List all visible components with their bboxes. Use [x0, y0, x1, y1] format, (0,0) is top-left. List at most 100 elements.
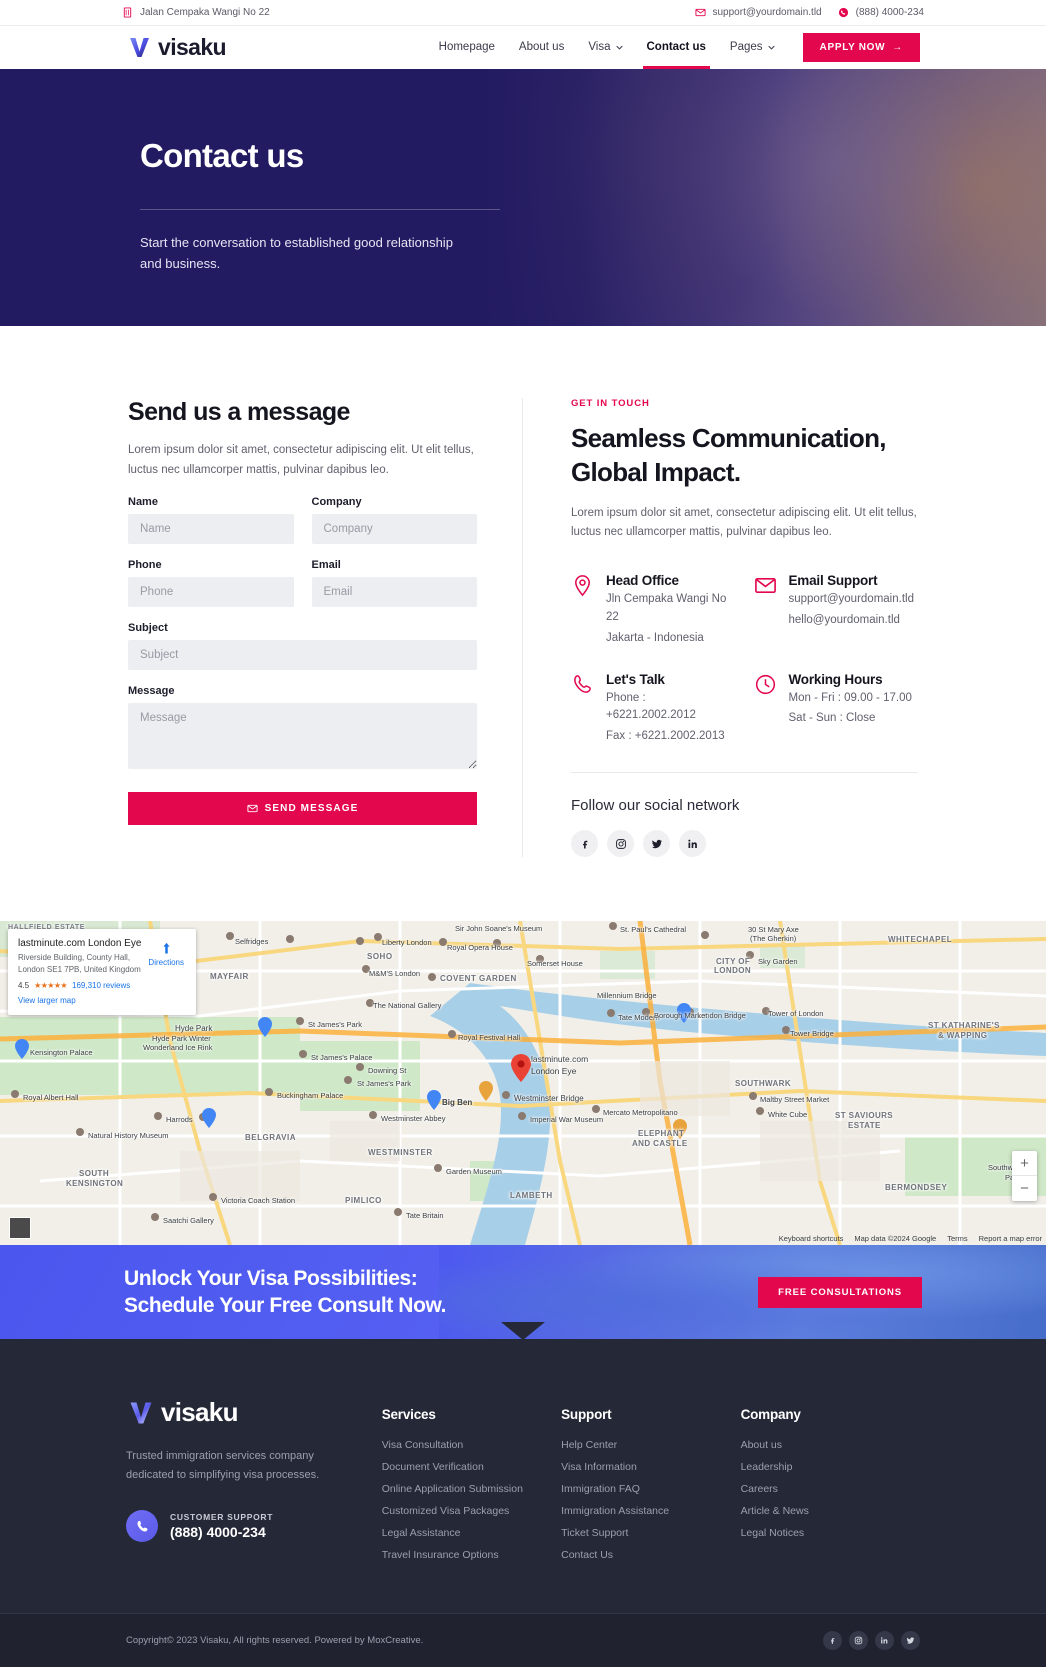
- footer-brand-column: visaku Trusted immigration services comp…: [126, 1397, 382, 1571]
- map-label: Downing St: [368, 1066, 407, 1076]
- nav-item-label: Visa: [588, 41, 611, 53]
- footer-link[interactable]: Contact Us: [561, 1549, 740, 1561]
- view-larger-map-link[interactable]: View larger map: [18, 996, 186, 1005]
- footer-link[interactable]: Immigration Assistance: [561, 1505, 740, 1517]
- footer-link[interactable]: Legal Notices: [741, 1527, 920, 1539]
- cta-notch-shape: [501, 1322, 545, 1340]
- map-card-reviews[interactable]: 169,310 reviews: [72, 981, 130, 990]
- topbar-phone[interactable]: (888) 4000-234: [838, 7, 924, 18]
- hero-content: Contact us Start the conversation to est…: [0, 69, 1046, 274]
- map-label: PIMLICO: [345, 1196, 382, 1206]
- footer-link[interactable]: Help Center: [561, 1439, 740, 1451]
- map-label: SOUTHWARK: [735, 1079, 792, 1089]
- nav-item-contact-us[interactable]: Contact us: [642, 26, 711, 69]
- phone-icon-circle: [126, 1510, 158, 1543]
- nav-item-visa[interactable]: Visa: [588, 26, 623, 69]
- envelope-icon: [694, 8, 706, 17]
- social-instagram[interactable]: [607, 830, 634, 858]
- footer-link[interactable]: Legal Assistance: [382, 1527, 561, 1539]
- nav-item-label: About us: [518, 41, 565, 53]
- map-label: Mercato Metropolitano: [603, 1108, 678, 1118]
- footer-link[interactable]: Document Verification: [382, 1461, 561, 1473]
- footer-link[interactable]: Customized Visa Packages: [382, 1505, 561, 1517]
- visaku-v-logo-icon: [130, 1402, 152, 1424]
- map-zoom-controls: + −: [1012, 1151, 1037, 1202]
- footer-link[interactable]: Visa Consultation: [382, 1439, 561, 1451]
- customer-support-phone[interactable]: (888) 4000-234: [170, 1524, 273, 1540]
- nav-item-homepage[interactable]: Homepage: [439, 26, 495, 69]
- twitter-icon: [651, 839, 662, 848]
- map-zoom-out-button[interactable]: −: [1012, 1176, 1037, 1201]
- info-line-1: support@yourdomain.tld: [788, 593, 914, 606]
- nav-item-about-us[interactable]: About us: [519, 26, 564, 69]
- footer-customer-support: CUSTOMER SUPPORT (888) 4000-234: [126, 1510, 382, 1543]
- footer-link[interactable]: Article & News: [741, 1505, 920, 1517]
- rating-stars-icon: ★★★★★: [34, 981, 67, 991]
- message-label: Message: [128, 684, 175, 697]
- footer-description: Trusted immigration services company ded…: [126, 1450, 320, 1481]
- footer-link[interactable]: Immigration FAQ: [561, 1483, 740, 1495]
- footer-social-twitter[interactable]: [901, 1631, 920, 1651]
- footer-brand-name: visaku: [161, 1397, 238, 1428]
- social-facebook[interactable]: [571, 830, 598, 858]
- footer-link[interactable]: Online Application Submission: [382, 1483, 561, 1495]
- subject-input[interactable]: [128, 639, 477, 670]
- nav-links: Homepage About us Visa Contact us Pages …: [439, 26, 920, 69]
- visaku-v-logo-icon: [130, 38, 149, 57]
- phone-input[interactable]: [128, 576, 294, 607]
- footer-logo[interactable]: visaku: [126, 1397, 382, 1428]
- topbar-email[interactable]: support@yourdomain.tld: [694, 7, 822, 18]
- footer-link[interactable]: About us: [741, 1439, 920, 1451]
- directions-button[interactable]: Directions: [148, 941, 184, 967]
- social-twitter[interactable]: [643, 830, 670, 858]
- free-consultations-button[interactable]: FREE CONSULTATIONS: [758, 1276, 922, 1308]
- google-map[interactable]: HALLFIELD ESTATE Selfridges Liberty London…: [0, 921, 1046, 1246]
- footer-link[interactable]: Visa Information: [561, 1461, 740, 1473]
- top-bar: Jalan Cempaka Wangi No 22 support@yourdo…: [0, 0, 1046, 26]
- map-label: LONDON: [714, 966, 752, 976]
- map-label: Big Ben: [442, 1098, 473, 1108]
- footer-link-list: Visa Consultation Document Verification …: [382, 1439, 561, 1561]
- footer-social-linkedin[interactable]: [875, 1631, 894, 1651]
- map-label: Saatchi Gallery: [163, 1216, 214, 1226]
- message-textarea[interactable]: [128, 702, 477, 769]
- map-label: Liberty London: [382, 938, 432, 948]
- footer-social-facebook[interactable]: [823, 1631, 842, 1651]
- nav-item-pages[interactable]: Pages: [730, 26, 775, 69]
- info-line-1: Jln Cempaka Wangi No 22: [606, 593, 727, 623]
- social-linkedin[interactable]: [679, 830, 706, 858]
- company-input[interactable]: [311, 513, 477, 544]
- map-report-error-link[interactable]: Report a map error: [979, 1234, 1042, 1243]
- footer-column-support: Support Help Center Visa Information Imm…: [561, 1397, 740, 1571]
- cta-banner: Unlock Your Visa Possibilities: Schedule…: [0, 1245, 1046, 1340]
- footer-link[interactable]: Leadership: [741, 1461, 920, 1473]
- page-title: Contact us: [140, 137, 304, 174]
- map-label: Tower of London: [768, 1009, 824, 1019]
- footer-link[interactable]: Careers: [741, 1483, 920, 1495]
- form-row-1: Name Company: [128, 481, 477, 544]
- footer-link-list: Help Center Visa Information Immigration…: [561, 1439, 740, 1561]
- company-label: Company: [311, 495, 362, 508]
- map-label: Natural History Museum: [88, 1131, 169, 1141]
- map-info-card: lastminute.com London Eye Riverside Buil…: [8, 929, 196, 1016]
- footer-bottom-bar: Copyright© 2023 Visaku, All rights reser…: [0, 1613, 1046, 1667]
- brand-logo[interactable]: visaku: [126, 34, 227, 61]
- contact-form-column: Send us a message Lorem ipsum dolor sit …: [128, 398, 523, 858]
- topbar-address: Jalan Cempaka Wangi No 22: [122, 7, 270, 18]
- map-street-view-thumbnail[interactable]: [9, 1217, 31, 1240]
- footer-link[interactable]: Ticket Support: [561, 1527, 740, 1539]
- map-keyboard-shortcuts[interactable]: Keyboard shortcuts: [779, 1234, 844, 1243]
- apply-now-button[interactable]: APPLY NOW →: [802, 33, 920, 62]
- name-input[interactable]: [128, 513, 294, 544]
- arrow-right-icon: →: [892, 42, 903, 53]
- email-input[interactable]: [311, 576, 477, 607]
- info-lets-talk: Let's Talk Phone : +6221.2002.2012 Fax :…: [571, 672, 736, 746]
- send-message-button[interactable]: SEND MESSAGE: [128, 791, 477, 825]
- info-line-2: hello@yourdomain.tld: [788, 613, 900, 626]
- map-zoom-in-button[interactable]: +: [1012, 1151, 1037, 1177]
- map-label: Selfridges: [235, 937, 269, 947]
- footer-social-instagram[interactable]: [849, 1631, 868, 1651]
- footer-link[interactable]: Travel Insurance Options: [382, 1549, 561, 1561]
- map-label: Tower Bridge: [790, 1029, 834, 1039]
- map-terms-link[interactable]: Terms: [947, 1234, 967, 1243]
